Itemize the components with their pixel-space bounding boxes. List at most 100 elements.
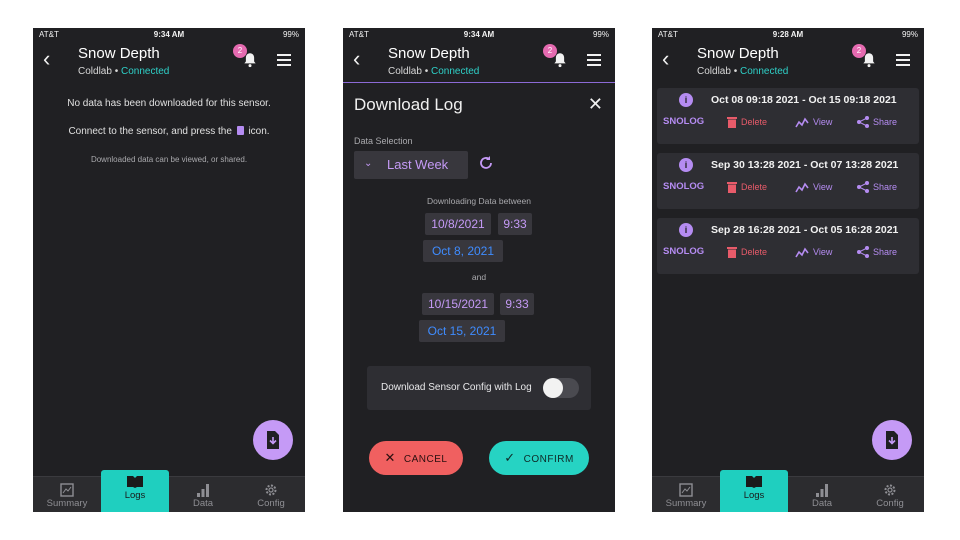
chart-icon — [795, 247, 809, 258]
download-file-icon — [236, 126, 244, 135]
device-subtitle: Coldlab • Connected — [697, 66, 789, 77]
data-selection-dropdown[interactable]: ⌄ Last Week — [354, 151, 468, 179]
nav-summary[interactable]: Summary — [33, 477, 101, 512]
back-arrow-icon[interactable]: ‹ — [662, 48, 669, 70]
log-range: Sep 30 13:28 2021 - Oct 07 13:28 2021 — [711, 159, 899, 171]
config-gear-icon — [884, 484, 896, 496]
trash-icon — [727, 182, 737, 193]
nav-config-label: Config — [257, 498, 285, 509]
data-bars-icon — [197, 484, 209, 497]
device-name: Coldlab — [697, 66, 731, 77]
between-label: Downloading Data between — [427, 196, 531, 206]
nav-config[interactable]: Config — [237, 477, 305, 512]
back-arrow-icon[interactable]: ‹ — [353, 48, 360, 70]
device-name: Coldlab — [388, 66, 422, 77]
dialog-title: Download Log — [354, 95, 463, 114]
nav-logs-label: Logs — [124, 490, 146, 501]
device-name: Coldlab — [78, 66, 112, 77]
info-icon[interactable]: i — [679, 223, 693, 237]
cancel-label: CANCEL — [403, 454, 448, 465]
download-log-fab[interactable] — [872, 420, 912, 460]
bell-icon[interactable] — [241, 51, 259, 69]
share-icon — [857, 116, 869, 128]
delete-button[interactable]: Delete — [727, 116, 767, 128]
delete-button[interactable]: Delete — [727, 181, 767, 193]
connection-status: Connected — [120, 66, 170, 77]
nav-logs[interactable]: Logs — [101, 470, 169, 512]
refresh-icon[interactable] — [478, 155, 494, 171]
app-title: Snow Depth — [388, 45, 470, 62]
clock: 9:28 AM — [772, 30, 804, 39]
summary-icon — [679, 483, 693, 497]
nav-config-label: Config — [876, 498, 904, 509]
empty-message: No data has been downloaded for this sen… — [67, 98, 271, 109]
share-label: Share — [873, 117, 898, 127]
log-card: i Sep 28 16:28 2021 - Oct 05 16:28 2021 … — [657, 218, 919, 274]
app-title: Snow Depth — [697, 45, 779, 62]
close-icon[interactable]: ✕ — [588, 94, 603, 115]
log-type-tag: SNOLOG — [663, 116, 705, 127]
share-button[interactable]: Share — [857, 246, 897, 258]
share-button[interactable]: Share — [857, 181, 897, 193]
end-date-chip[interactable]: 10/15/2021 — [422, 293, 494, 315]
share-icon — [857, 181, 869, 193]
view-button[interactable]: View — [795, 181, 832, 193]
chevron-down-icon: ⌄ — [364, 158, 373, 169]
nav-summary-label: Summary — [665, 498, 707, 509]
status-bar: AT&T 9:34 AM 99% — [33, 28, 305, 42]
log-range: Sep 28 16:28 2021 - Oct 05 16:28 2021 — [711, 224, 899, 236]
battery-label: 99% — [282, 30, 299, 39]
nav-data[interactable]: Data — [788, 477, 856, 512]
confirm-label: CONFIRM — [523, 454, 574, 465]
clock: 9:34 AM — [153, 30, 185, 39]
app-bar: ‹ Snow Depth Coldlab • Connected 2 — [343, 42, 615, 82]
back-arrow-icon[interactable]: ‹ — [43, 48, 50, 70]
config-toggle-row: Download Sensor Config with Log — [367, 366, 591, 410]
download-log-fab[interactable] — [253, 420, 293, 460]
end-date-picker[interactable]: Oct 15, 2021 — [419, 320, 505, 342]
chart-icon — [795, 117, 809, 128]
data-selection-label: Data Selection — [354, 136, 413, 146]
info-icon[interactable]: i — [679, 158, 693, 172]
close-icon: ✕ — [384, 450, 396, 465]
start-time-chip[interactable]: 9:33 — [498, 213, 532, 235]
phone-screen-logs-list: AT&T 9:28 AM 99% ‹ Snow Depth Coldlab • … — [652, 28, 924, 512]
share-button[interactable]: Share — [857, 116, 897, 128]
nav-config[interactable]: Config — [856, 477, 924, 512]
delete-button[interactable]: Delete — [727, 246, 767, 258]
log-type-tag: SNOLOG — [663, 246, 705, 257]
menu-icon[interactable] — [587, 54, 601, 66]
menu-icon[interactable] — [896, 54, 910, 66]
view-button[interactable]: View — [795, 246, 832, 258]
end-time-chip[interactable]: 9:33 — [500, 293, 534, 315]
view-label: View — [813, 117, 833, 127]
bottom-nav: Summary Logs Data Config — [33, 470, 305, 512]
nav-summary[interactable]: Summary — [652, 477, 720, 512]
instruction-pre: Connect to the sensor, and press the — [68, 126, 232, 137]
menu-icon[interactable] — [277, 54, 291, 66]
device-subtitle: Coldlab • Connected — [78, 66, 170, 77]
chart-icon — [795, 182, 809, 193]
log-type-tag: SNOLOG — [663, 181, 705, 192]
nav-data[interactable]: Data — [169, 477, 237, 512]
delete-label: Delete — [741, 117, 768, 127]
share-label: Share — [873, 182, 898, 192]
info-icon[interactable]: i — [679, 93, 693, 107]
app-bar: ‹ Snow Depth Coldlab • Connected 2 — [33, 42, 305, 82]
summary-icon — [60, 483, 74, 497]
connection-status: Connected — [430, 66, 480, 77]
nav-data-label: Data — [192, 498, 214, 509]
bell-icon[interactable] — [860, 51, 878, 69]
download-file-icon — [886, 431, 898, 449]
config-toggle-switch[interactable] — [543, 378, 579, 398]
start-date-picker[interactable]: Oct 8, 2021 — [423, 240, 503, 262]
bell-icon[interactable] — [551, 51, 569, 69]
view-button[interactable]: View — [795, 116, 832, 128]
config-toggle-label: Download Sensor Config with Log — [381, 382, 532, 393]
logs-book-icon — [746, 476, 762, 488]
cancel-button[interactable]: ✕ CANCEL — [369, 441, 463, 475]
nav-logs[interactable]: Logs — [720, 470, 788, 512]
confirm-button[interactable]: ✓ CONFIRM — [489, 441, 589, 475]
divider — [343, 82, 615, 83]
start-date-chip[interactable]: 10/8/2021 — [425, 213, 491, 235]
